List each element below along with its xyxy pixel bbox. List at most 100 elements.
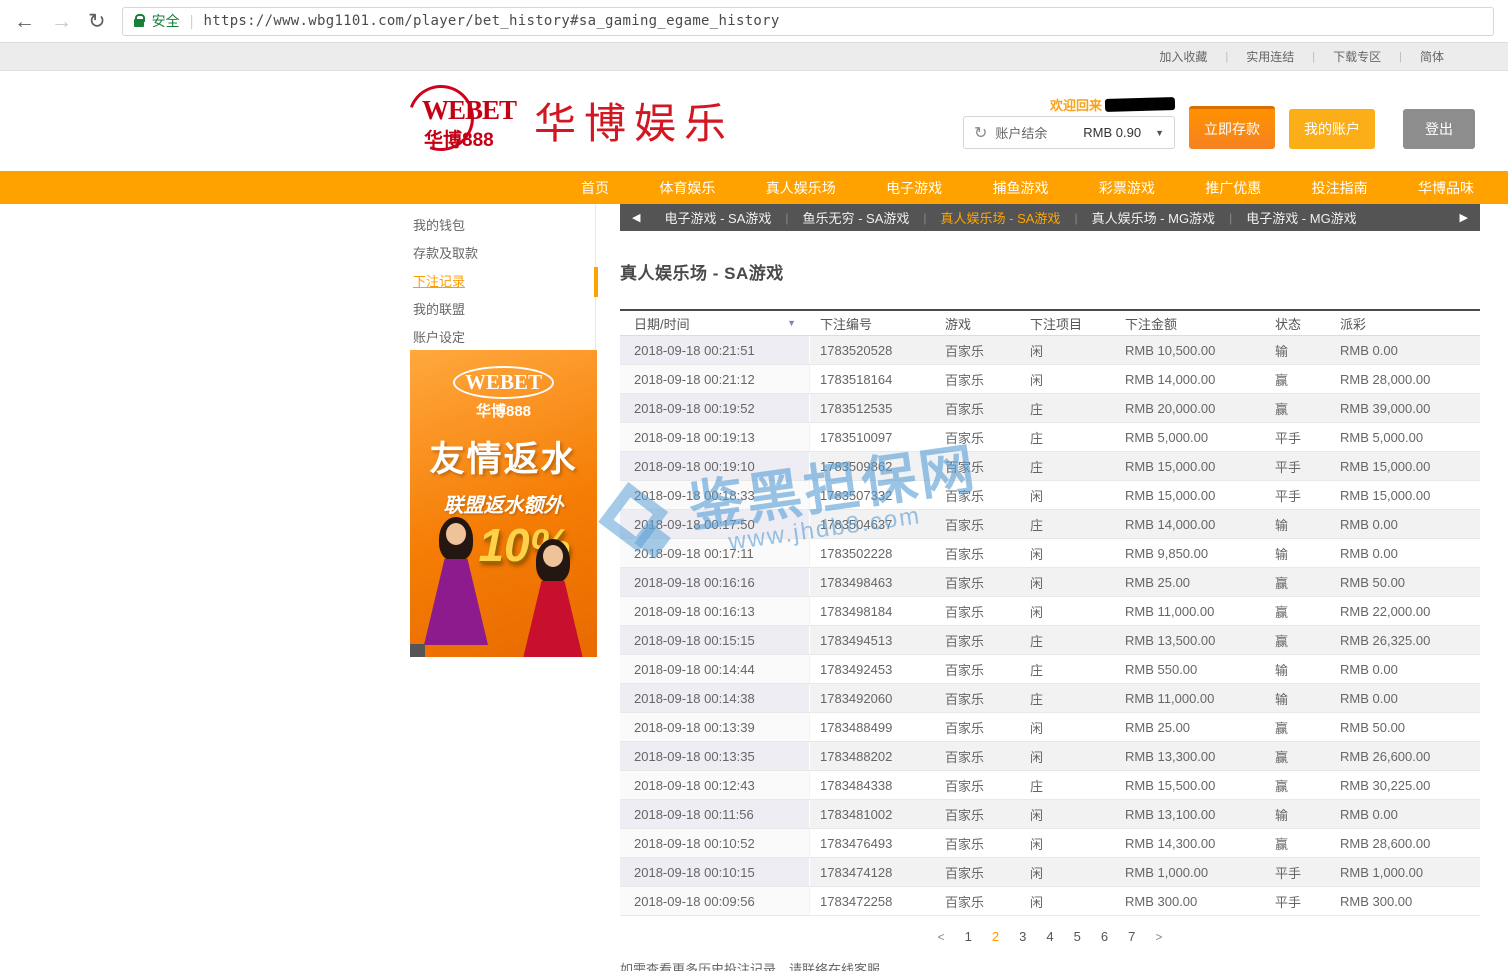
tab-3[interactable]: 真人娱乐场 - MG游戏 bbox=[1092, 208, 1216, 227]
table-row-19[interactable]: 2018-09-18 00:09:561783472258百家乐闲RMB 300… bbox=[620, 887, 1480, 916]
cell: 闲 bbox=[1020, 481, 1115, 509]
cell: 1783488499 bbox=[810, 713, 935, 741]
forward-icon[interactable]: → bbox=[51, 11, 72, 32]
page-5[interactable]: 5 bbox=[1074, 929, 1081, 944]
table-row-6[interactable]: 2018-09-18 00:17:501783504637百家乐庄RMB 14,… bbox=[620, 510, 1480, 539]
page-next[interactable]: > bbox=[1155, 930, 1162, 944]
nav-item-2[interactable]: 真人娱乐场 bbox=[760, 178, 842, 198]
nav-item-0[interactable]: 首页 bbox=[575, 178, 615, 198]
tab-0[interactable]: 电子游戏 - SA游戏 bbox=[664, 208, 771, 227]
table-row-4[interactable]: 2018-09-18 00:19:101783509862百家乐庄RMB 15,… bbox=[620, 452, 1480, 481]
sidebar-item-label: 存款及取款 bbox=[413, 246, 478, 261]
tab-scroll-right-icon[interactable]: ▶ bbox=[1460, 211, 1468, 224]
nav-item-1[interactable]: 体育娱乐 bbox=[653, 178, 721, 198]
reload-icon[interactable]: ↻ bbox=[88, 11, 106, 32]
nav-item-7[interactable]: 投注指南 bbox=[1306, 178, 1374, 198]
column-header-6[interactable]: 派彩 bbox=[1330, 311, 1480, 335]
sidebar-item-0[interactable]: 我的钱包 bbox=[410, 212, 595, 240]
table-row-12[interactable]: 2018-09-18 00:14:381783492060百家乐庄RMB 11,… bbox=[620, 684, 1480, 713]
nav-item-3[interactable]: 电子游戏 bbox=[880, 178, 948, 198]
page-4[interactable]: 4 bbox=[1046, 929, 1053, 944]
cell: 庄 bbox=[1020, 626, 1115, 654]
logout-button[interactable]: 登出 bbox=[1403, 109, 1475, 149]
site-logo[interactable]: WEBET 华博888 华博娱乐 bbox=[408, 79, 734, 161]
cell: 百家乐 bbox=[935, 655, 1020, 683]
sidebar-item-1[interactable]: 存款及取款 bbox=[410, 240, 595, 268]
cell: 百家乐 bbox=[935, 336, 1020, 364]
cell: 2018-09-18 00:12:43 bbox=[620, 771, 810, 799]
cell: 2018-09-18 00:19:52 bbox=[620, 394, 810, 422]
column-header-4[interactable]: 下注金额 bbox=[1115, 311, 1265, 335]
table-row-0[interactable]: 2018-09-18 00:21:511783520528百家乐闲RMB 10,… bbox=[620, 336, 1480, 365]
table-row-15[interactable]: 2018-09-18 00:12:431783484338百家乐庄RMB 15,… bbox=[620, 771, 1480, 800]
column-header-5[interactable]: 状态 bbox=[1265, 311, 1330, 335]
url-text[interactable]: https://www.wbg1101.com/player/bet_histo… bbox=[204, 13, 780, 29]
table-row-9[interactable]: 2018-09-18 00:16:131783498184百家乐闲RMB 11,… bbox=[620, 597, 1480, 626]
sort-desc-icon[interactable]: ▼ bbox=[787, 318, 796, 328]
balance-dropdown[interactable]: ↻ 账户结余 RMB 0.90 ▼ bbox=[963, 116, 1175, 149]
column-header-3[interactable]: 下注项目 bbox=[1020, 311, 1115, 335]
my-account-button[interactable]: 我的账户 bbox=[1289, 109, 1375, 149]
table-row-3[interactable]: 2018-09-18 00:19:131783510097百家乐庄RMB 5,0… bbox=[620, 423, 1480, 452]
topbar-link-3[interactable]: 简体 bbox=[1420, 48, 1444, 65]
tab-4[interactable]: 电子游戏 - MG游戏 bbox=[1246, 208, 1357, 227]
back-icon[interactable]: ← bbox=[14, 11, 35, 32]
cell: 2018-09-18 00:14:44 bbox=[620, 655, 810, 683]
cell: 闲 bbox=[1020, 800, 1115, 828]
tab-2[interactable]: 真人娱乐场 - SA游戏 bbox=[941, 208, 1061, 227]
cell: 闲 bbox=[1020, 742, 1115, 770]
cell: 闲 bbox=[1020, 365, 1115, 393]
sidebar-item-4[interactable]: 账户设定 bbox=[410, 324, 595, 352]
page-prev[interactable]: < bbox=[938, 930, 945, 944]
cell: RMB 28,000.00 bbox=[1330, 365, 1480, 393]
cell: RMB 15,000.00 bbox=[1330, 452, 1480, 480]
table-row-17[interactable]: 2018-09-18 00:10:521783476493百家乐闲RMB 14,… bbox=[620, 829, 1480, 858]
page-1[interactable]: 1 bbox=[965, 929, 972, 944]
nav-item-6[interactable]: 推广优惠 bbox=[1199, 178, 1267, 198]
cell: 1783510097 bbox=[810, 423, 935, 451]
webet-logo-mark: WEBET 华博888 bbox=[408, 79, 526, 161]
table-row-18[interactable]: 2018-09-18 00:10:151783474128百家乐闲RMB 1,0… bbox=[620, 858, 1480, 887]
table-row-8[interactable]: 2018-09-18 00:16:161783498463百家乐闲RMB 25.… bbox=[620, 568, 1480, 597]
address-bar[interactable]: 安全 | https://www.wbg1101.com/player/bet_… bbox=[122, 7, 1494, 36]
table-row-7[interactable]: 2018-09-18 00:17:111783502228百家乐闲RMB 9,8… bbox=[620, 539, 1480, 568]
page-2[interactable]: 2 bbox=[992, 929, 999, 944]
table-row-11[interactable]: 2018-09-18 00:14:441783492453百家乐庄RMB 550… bbox=[620, 655, 1480, 684]
banner-model-left bbox=[416, 517, 496, 657]
column-header-2[interactable]: 游戏 bbox=[935, 311, 1020, 335]
tab-1[interactable]: 鱼乐无穷 - SA游戏 bbox=[803, 208, 910, 227]
cell: RMB 50.00 bbox=[1330, 568, 1480, 596]
table-row-2[interactable]: 2018-09-18 00:19:521783512535百家乐庄RMB 20,… bbox=[620, 394, 1480, 423]
nav-item-8[interactable]: 华博品味 bbox=[1412, 178, 1480, 198]
column-header-1[interactable]: 下注编号 bbox=[810, 311, 935, 335]
refresh-icon[interactable]: ↻ bbox=[974, 123, 987, 143]
promo-banner[interactable]: WEBET 华博888 友情返水 联盟返水额外 10% bbox=[410, 350, 597, 657]
nav-item-5[interactable]: 彩票游戏 bbox=[1093, 178, 1161, 198]
cell: RMB 26,325.00 bbox=[1330, 626, 1480, 654]
column-header-0[interactable]: 日期/时间▼ bbox=[620, 311, 810, 335]
sidebar-item-3[interactable]: 我的联盟 bbox=[410, 296, 595, 324]
sidebar-item-2[interactable]: 下注记录 bbox=[410, 268, 595, 296]
topbar-link-1[interactable]: 实用连结 bbox=[1246, 48, 1294, 65]
topbar-link-2[interactable]: 下载专区 bbox=[1333, 48, 1381, 65]
page-6[interactable]: 6 bbox=[1101, 929, 1108, 944]
cell: 百家乐 bbox=[935, 539, 1020, 567]
cell: 百家乐 bbox=[935, 568, 1020, 596]
table-row-13[interactable]: 2018-09-18 00:13:391783488499百家乐闲RMB 25.… bbox=[620, 713, 1480, 742]
chevron-down-icon[interactable]: ▼ bbox=[1155, 128, 1164, 138]
cell: RMB 0.00 bbox=[1330, 539, 1480, 567]
table-row-16[interactable]: 2018-09-18 00:11:561783481002百家乐闲RMB 13,… bbox=[620, 800, 1480, 829]
page-7[interactable]: 7 bbox=[1128, 929, 1135, 944]
deposit-button[interactable]: 立即存款 bbox=[1189, 106, 1275, 149]
table-row-14[interactable]: 2018-09-18 00:13:351783488202百家乐闲RMB 13,… bbox=[620, 742, 1480, 771]
table-row-1[interactable]: 2018-09-18 00:21:121783518164百家乐闲RMB 14,… bbox=[620, 365, 1480, 394]
table-row-5[interactable]: 2018-09-18 00:18:331783507332百家乐闲RMB 15,… bbox=[620, 481, 1480, 510]
tab-scroll-left-icon[interactable]: ◀ bbox=[632, 211, 640, 224]
topbar-link-0[interactable]: 加入收藏 bbox=[1159, 48, 1207, 65]
cell: 2018-09-18 00:13:35 bbox=[620, 742, 810, 770]
nav-item-4[interactable]: 捕鱼游戏 bbox=[987, 178, 1055, 198]
table-row-10[interactable]: 2018-09-18 00:15:151783494513百家乐庄RMB 13,… bbox=[620, 626, 1480, 655]
cell: 1783504637 bbox=[810, 510, 935, 538]
cell: 百家乐 bbox=[935, 771, 1020, 799]
page-3[interactable]: 3 bbox=[1019, 929, 1026, 944]
